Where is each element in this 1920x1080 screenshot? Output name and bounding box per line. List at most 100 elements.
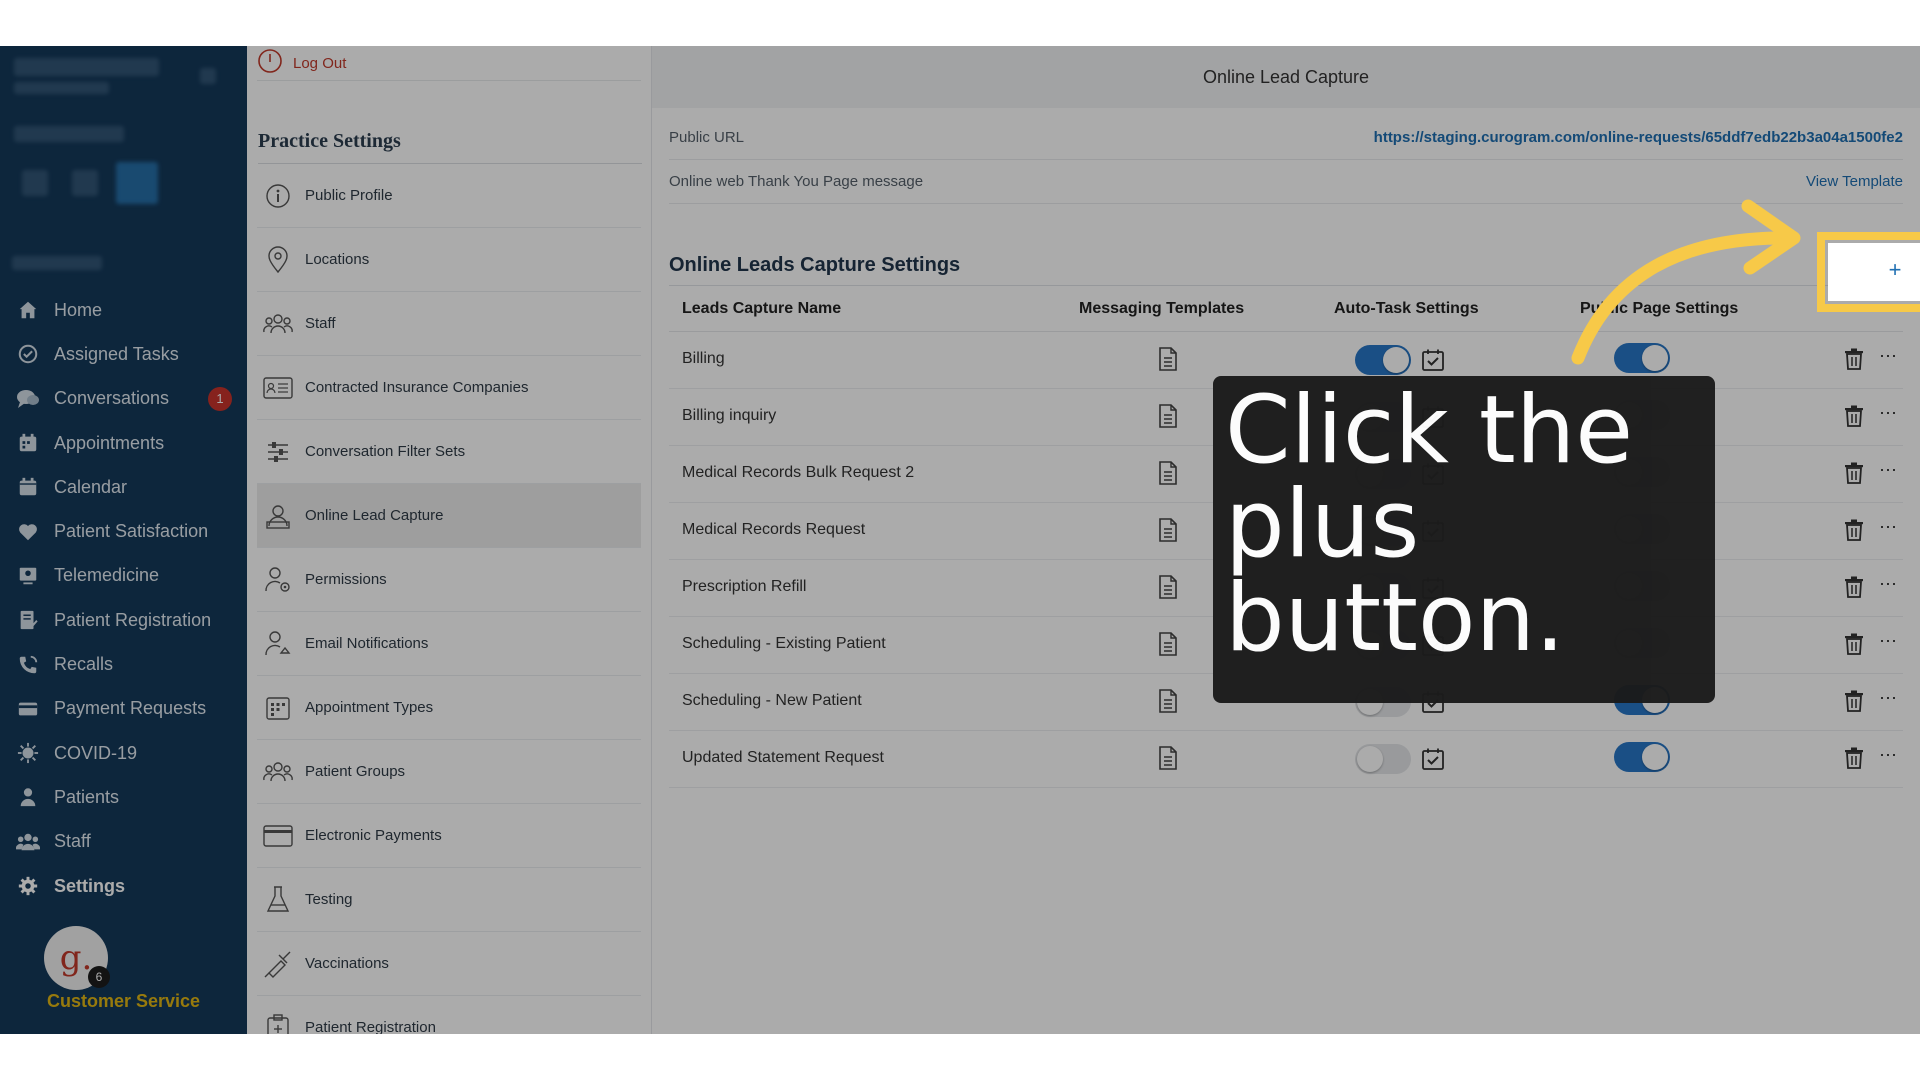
sidebar-item-recalls[interactable]: Recalls: [0, 642, 247, 686]
customer-service-label[interactable]: Customer Service: [0, 991, 247, 1012]
trash-icon[interactable]: [1844, 747, 1864, 774]
blurred-button-1: [22, 170, 48, 196]
settings-item-conversation-filter-sets[interactable]: Conversation Filter Sets: [257, 420, 641, 484]
settings-item-label: Online Lead Capture: [305, 507, 444, 524]
sidebar-item-home[interactable]: Home: [0, 288, 247, 332]
more-options-icon[interactable]: ⋯: [1879, 460, 1897, 481]
more-options-icon[interactable]: ⋯: [1879, 745, 1897, 766]
settings-item-locations[interactable]: Locations: [257, 228, 641, 292]
settings-item-staff[interactable]: Staff: [257, 292, 641, 356]
settings-item-public-profile[interactable]: Public Profile: [257, 164, 641, 228]
settings-item-label: Vaccinations: [305, 955, 389, 972]
sidebar-item-label: Patients: [54, 786, 120, 807]
add-button-highlighted[interactable]: +: [1881, 256, 1909, 284]
sidebar-nav: Home Assigned Tasks Conversations 1 Appo…: [0, 288, 247, 908]
messaging-template-icon[interactable]: [1158, 575, 1178, 604]
public-url-link[interactable]: https://staging.curogram.com/online-requ…: [1374, 129, 1903, 146]
settings-item-appointment-types[interactable]: Appointment Types: [257, 676, 641, 740]
blurred-button-2: [72, 170, 98, 196]
sidebar-item-patient-registration[interactable]: Patient Registration: [0, 598, 247, 642]
practice-settings-panel: Log Out Practice Settings Public Profile…: [247, 46, 652, 1034]
settings-item-email-notifications[interactable]: Email Notifications: [257, 612, 641, 676]
auto-task-toggle[interactable]: [1355, 345, 1411, 375]
settings-item-contracted-insurance-companies[interactable]: Contracted Insurance Companies: [257, 356, 641, 420]
settings-item-label: Appointment Types: [305, 699, 434, 716]
logout-button[interactable]: Log Out: [257, 46, 641, 81]
settings-item-vaccinations[interactable]: Vaccinations: [257, 932, 641, 996]
sidebar-item-calendar[interactable]: Calendar: [0, 465, 247, 509]
sidebar-item-label: Recalls: [54, 654, 114, 675]
settings-item-patient-registration[interactable]: Patient Registration: [257, 996, 641, 1034]
sidebar-item-assigned-tasks[interactable]: Assigned Tasks: [0, 332, 247, 376]
public-page-toggle[interactable]: [1614, 343, 1670, 373]
table-row: Updated Statement Request ⋯: [669, 731, 1903, 788]
messaging-template-icon[interactable]: [1158, 632, 1178, 661]
sidebar-item-patient-satisfaction[interactable]: Patient Satisfaction: [0, 509, 247, 553]
sidebar-item-conversations[interactable]: Conversations 1: [0, 377, 247, 421]
clipboard-icon: [263, 1013, 293, 1034]
settings-item-patient-groups[interactable]: Patient Groups: [257, 740, 641, 804]
auto-task-toggle[interactable]: [1355, 744, 1411, 774]
trash-icon[interactable]: [1844, 690, 1864, 717]
calendar-icon: [16, 475, 40, 499]
settings-item-permissions[interactable]: Permissions: [257, 548, 641, 612]
trash-icon[interactable]: [1844, 462, 1864, 489]
settings-item-label: Conversation Filter Sets: [305, 443, 466, 460]
public-url-label: Public URL: [669, 129, 745, 146]
trash-icon[interactable]: [1844, 405, 1864, 432]
sliders-icon: [263, 437, 293, 467]
id-card-icon: [263, 373, 293, 403]
divider: [669, 285, 1903, 286]
virus-icon: [16, 741, 40, 765]
task-calendar-icon[interactable]: [1421, 348, 1445, 377]
heart-icon: [16, 520, 40, 544]
settings-item-testing[interactable]: Testing: [257, 868, 641, 932]
messaging-template-icon[interactable]: [1158, 461, 1178, 490]
sidebar-item-label: Home: [54, 299, 103, 320]
telemedicine-icon: [16, 564, 40, 588]
chat-icon: [16, 387, 40, 411]
more-options-icon[interactable]: ⋯: [1879, 517, 1897, 538]
trash-icon[interactable]: [1844, 348, 1864, 375]
sidebar-item-telemedicine[interactable]: Telemedicine: [0, 554, 247, 598]
sidebar-item-staff[interactable]: Staff: [0, 820, 247, 864]
more-options-icon[interactable]: ⋯: [1879, 346, 1897, 367]
sidebar-item-settings[interactable]: Settings: [0, 864, 247, 908]
lead-capture-name: Scheduling - New Patient: [682, 692, 862, 709]
more-options-icon[interactable]: ⋯: [1879, 631, 1897, 652]
user-gear-icon: [263, 565, 293, 595]
calendar-grid-icon: [263, 693, 293, 723]
lead-capture-name: Prescription Refill: [682, 578, 807, 595]
settings-item-label: Patient Groups: [305, 763, 406, 780]
instruction-callout: Click the plus button.: [1213, 376, 1715, 703]
more-options-icon[interactable]: ⋯: [1879, 403, 1897, 424]
trash-icon[interactable]: [1844, 519, 1864, 546]
settings-item-online-lead-capture[interactable]: Online Lead Capture: [257, 484, 641, 548]
blurred-org-sub: [14, 82, 109, 94]
sidebar-item-appointments[interactable]: Appointments: [0, 421, 247, 465]
more-options-icon[interactable]: ⋯: [1879, 688, 1897, 709]
trash-icon[interactable]: [1844, 576, 1864, 603]
sidebar-item-covid-19[interactable]: COVID-19: [0, 731, 247, 775]
settings-item-label: Public Profile: [305, 187, 393, 204]
trash-icon[interactable]: [1844, 633, 1864, 660]
blurred-status: [14, 126, 124, 142]
sidebar-item-patients[interactable]: Patients: [0, 775, 247, 819]
more-options-icon[interactable]: ⋯: [1879, 574, 1897, 595]
messaging-template-icon[interactable]: [1158, 518, 1178, 547]
settings-item-label: Permissions: [305, 571, 387, 588]
settings-item-label: Testing: [305, 891, 353, 908]
messaging-template-icon[interactable]: [1158, 746, 1178, 775]
public-page-toggle[interactable]: [1614, 742, 1670, 772]
avatar-badge: 6: [88, 966, 110, 988]
credit-card-icon: [16, 697, 40, 721]
view-template-link[interactable]: View Template: [1806, 173, 1903, 190]
sidebar-item-payment-requests[interactable]: Payment Requests: [0, 687, 247, 731]
flask-icon: [263, 885, 293, 915]
messaging-template-icon[interactable]: [1158, 404, 1178, 433]
sidebar-item-label: Patient Satisfaction: [54, 521, 209, 542]
task-calendar-icon[interactable]: [1421, 747, 1445, 776]
messaging-template-icon[interactable]: [1158, 689, 1178, 718]
messaging-template-icon[interactable]: [1158, 347, 1178, 376]
settings-item-electronic-payments[interactable]: Electronic Payments: [257, 804, 641, 868]
